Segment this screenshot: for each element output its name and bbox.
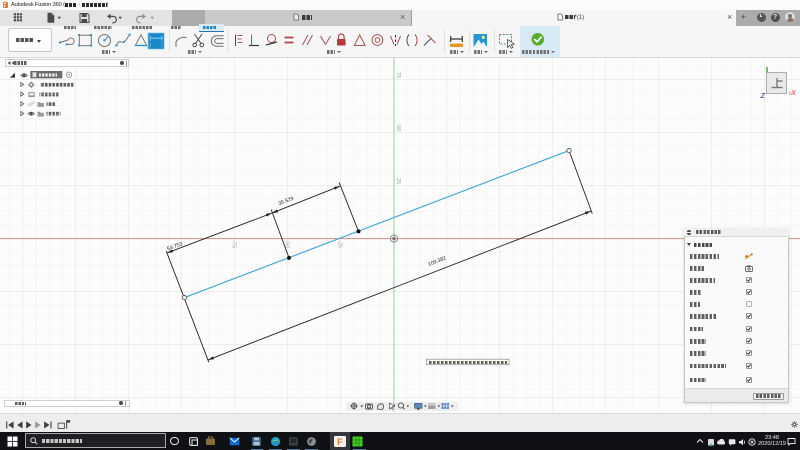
- svg-text:75: 75: [395, 72, 401, 78]
- svg-text:-25: -25: [337, 241, 343, 249]
- svg-text:-75: -75: [231, 241, 237, 249]
- svg-text:25: 25: [395, 178, 401, 184]
- svg-text:50: 50: [395, 125, 401, 131]
